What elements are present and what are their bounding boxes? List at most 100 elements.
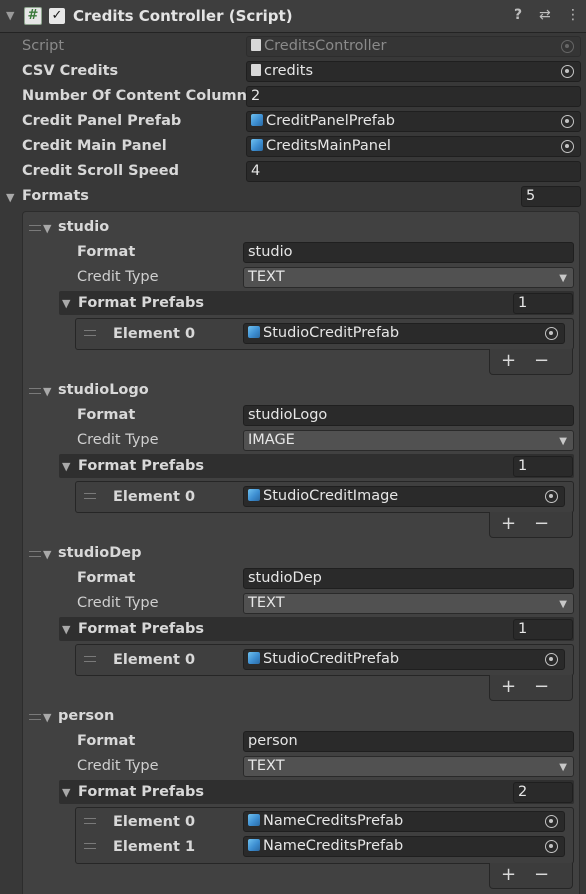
list-add-remove: + − bbox=[489, 512, 573, 538]
prefab-cube-icon bbox=[248, 652, 260, 664]
prefab-cube-icon bbox=[251, 139, 263, 151]
object-picker-icon[interactable] bbox=[545, 327, 558, 340]
remove-element-button[interactable]: − bbox=[534, 864, 549, 885]
format-input[interactable]: person bbox=[243, 731, 574, 752]
main-panel-field[interactable]: CreditsMainPanel bbox=[246, 136, 581, 157]
add-element-button[interactable]: + bbox=[501, 864, 516, 885]
object-picker-icon[interactable] bbox=[545, 653, 558, 666]
script-value: CreditsController bbox=[264, 38, 387, 54]
element-label: Element 1 bbox=[113, 839, 196, 855]
prefab-cube-icon bbox=[248, 326, 260, 338]
main-panel-label: Credit Main Panel bbox=[22, 138, 167, 154]
remove-element-button[interactable]: − bbox=[534, 676, 549, 697]
prefab-cube-icon bbox=[248, 839, 260, 851]
csv-credits-field[interactable]: credits bbox=[246, 61, 581, 82]
format-label: Format bbox=[77, 244, 136, 260]
element-object-field[interactable]: StudioCreditPrefab bbox=[243, 323, 565, 344]
object-picker-icon[interactable] bbox=[561, 140, 574, 153]
credit-type-dropdown[interactable]: TEXT ▼ bbox=[243, 267, 574, 288]
script-label: Script bbox=[22, 38, 65, 54]
add-element-button[interactable]: + bbox=[501, 350, 516, 371]
credit-type-label: Credit Type bbox=[77, 432, 159, 448]
element-value: StudioCreditImage bbox=[263, 488, 399, 504]
credit-type-dropdown[interactable]: TEXT ▼ bbox=[243, 593, 574, 614]
formats-size-input[interactable]: 5 bbox=[521, 186, 581, 207]
columns-label: Number Of Content Columns bbox=[22, 88, 256, 104]
format-prefabs-size-input[interactable]: 1 bbox=[513, 293, 573, 314]
chevron-down-icon: ▼ bbox=[559, 599, 567, 610]
format-prefabs-size-input[interactable]: 1 bbox=[513, 456, 573, 477]
add-element-button[interactable]: + bbox=[501, 676, 516, 697]
component-enabled-checkbox[interactable]: ✓ bbox=[49, 8, 65, 24]
formats-foldout-icon[interactable]: ▼ bbox=[6, 191, 14, 204]
chevron-down-icon: ▼ bbox=[559, 273, 567, 284]
columns-input[interactable]: 2 bbox=[246, 86, 581, 107]
drag-handle-icon[interactable] bbox=[29, 225, 41, 231]
object-picker-icon[interactable] bbox=[545, 815, 558, 828]
chevron-down-icon: ▼ bbox=[559, 762, 567, 773]
format-prefabs-foldout-icon[interactable]: ▼ bbox=[62, 297, 70, 310]
script-file-icon bbox=[251, 39, 261, 51]
credit-type-label: Credit Type bbox=[77, 269, 159, 285]
format-prefabs-label: Format Prefabs bbox=[78, 621, 205, 637]
foldout-icon[interactable]: ▼ bbox=[43, 385, 51, 398]
element-value: NameCreditsPrefab bbox=[263, 813, 404, 829]
scroll-speed-input[interactable]: 4 bbox=[246, 161, 581, 182]
format-prefabs-foldout-icon[interactable]: ▼ bbox=[62, 623, 70, 636]
format-label: Format bbox=[77, 407, 136, 423]
panel-prefab-value: CreditPanelPrefab bbox=[266, 113, 395, 129]
drag-handle-icon[interactable] bbox=[29, 714, 41, 720]
element-object-field[interactable]: NameCreditsPrefab bbox=[243, 811, 565, 832]
drag-handle-icon[interactable] bbox=[84, 493, 96, 499]
format-prefabs-foldout-icon[interactable]: ▼ bbox=[62, 460, 70, 473]
credit-type-value: TEXT bbox=[248, 269, 285, 285]
component-title: Credits Controller (Script) bbox=[73, 7, 293, 25]
element-object-field[interactable]: StudioCreditImage bbox=[243, 486, 565, 507]
drag-handle-icon[interactable] bbox=[84, 818, 96, 824]
format-prefabs-size-input[interactable]: 1 bbox=[513, 619, 573, 640]
drag-handle-icon[interactable] bbox=[84, 330, 96, 336]
element-value: StudioCreditPrefab bbox=[263, 325, 400, 341]
credit-type-label: Credit Type bbox=[77, 758, 159, 774]
format-prefabs-size-input[interactable]: 2 bbox=[513, 782, 573, 803]
formats-label: Formats bbox=[22, 188, 89, 204]
presets-icon[interactable]: ⇄ bbox=[539, 7, 551, 23]
foldout-icon[interactable]: ▼ bbox=[43, 222, 51, 235]
list-add-remove: + − bbox=[489, 349, 573, 375]
kebab-menu-icon[interactable]: ⋮ bbox=[566, 7, 580, 23]
text-asset-icon bbox=[251, 64, 261, 76]
object-picker-icon[interactable] bbox=[545, 840, 558, 853]
element-label: Element 0 bbox=[113, 814, 196, 830]
foldout-icon[interactable]: ▼ bbox=[43, 711, 51, 724]
object-picker-icon[interactable] bbox=[561, 115, 574, 128]
drag-handle-icon[interactable] bbox=[84, 656, 96, 662]
component-foldout-icon[interactable]: ▼ bbox=[6, 9, 14, 22]
csv-credits-label: CSV Credits bbox=[22, 63, 119, 79]
format-input[interactable]: studioLogo bbox=[243, 405, 574, 426]
element-object-field[interactable]: NameCreditsPrefab bbox=[243, 836, 565, 857]
format-input[interactable]: studioDep bbox=[243, 568, 574, 589]
script-hash-icon: # bbox=[24, 7, 42, 25]
prefab-cube-icon bbox=[251, 114, 263, 126]
remove-element-button[interactable]: − bbox=[534, 513, 549, 534]
object-picker-icon[interactable] bbox=[545, 490, 558, 503]
drag-handle-icon[interactable] bbox=[84, 843, 96, 849]
format-prefabs-foldout-icon[interactable]: ▼ bbox=[62, 786, 70, 799]
foldout-icon[interactable]: ▼ bbox=[43, 548, 51, 561]
component-header: ▼ # ✓ Credits Controller (Script) ? ⇄ ⋮ bbox=[0, 0, 586, 33]
element-object-field[interactable]: StudioCreditPrefab bbox=[243, 649, 565, 670]
drag-handle-icon[interactable] bbox=[29, 388, 41, 394]
format-input[interactable]: studio bbox=[243, 242, 574, 263]
add-element-button[interactable]: + bbox=[501, 513, 516, 534]
object-picker-icon[interactable] bbox=[561, 65, 574, 78]
panel-prefab-field[interactable]: CreditPanelPrefab bbox=[246, 111, 581, 132]
credit-type-dropdown[interactable]: IMAGE ▼ bbox=[243, 430, 574, 451]
element-label: Element 0 bbox=[113, 326, 196, 342]
format-element-name: studioLogo bbox=[58, 382, 149, 398]
credit-type-label: Credit Type bbox=[77, 595, 159, 611]
remove-element-button[interactable]: − bbox=[534, 350, 549, 371]
drag-handle-icon[interactable] bbox=[29, 551, 41, 557]
credit-type-value: IMAGE bbox=[248, 432, 295, 448]
credit-type-dropdown[interactable]: TEXT ▼ bbox=[243, 756, 574, 777]
help-icon[interactable]: ? bbox=[514, 7, 522, 23]
